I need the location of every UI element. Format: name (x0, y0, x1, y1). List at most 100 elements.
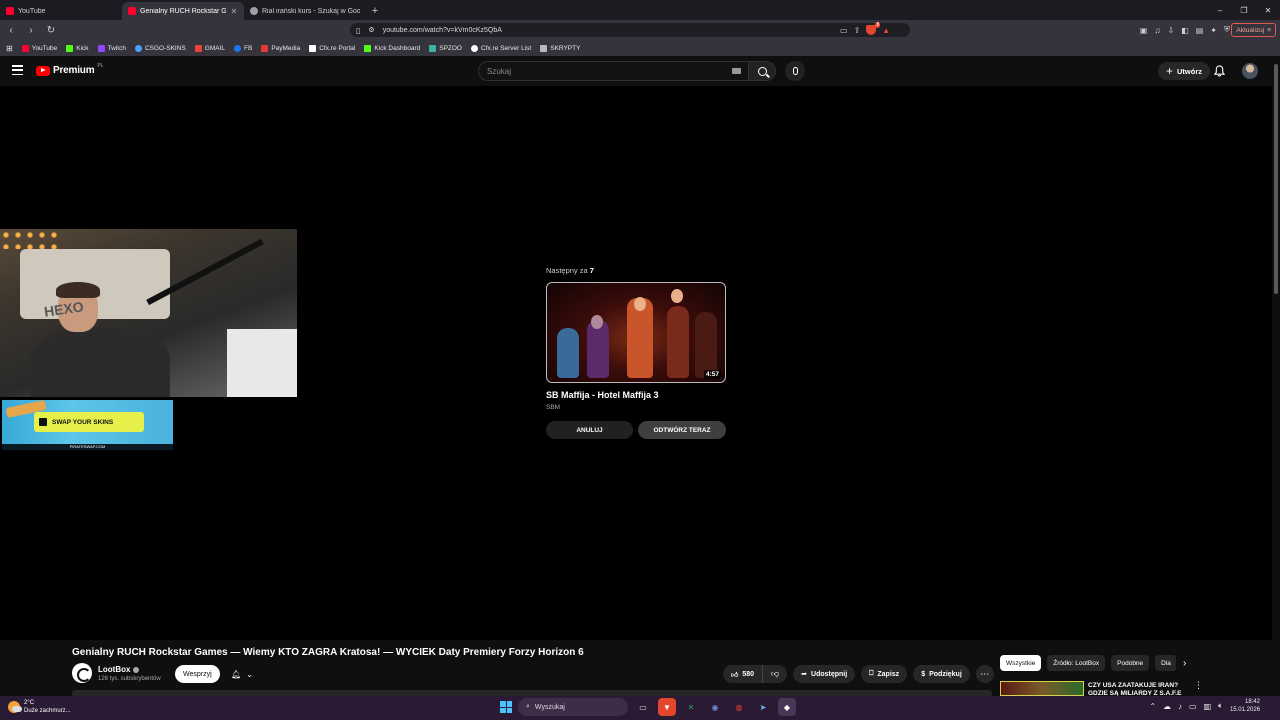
chip-from-channel[interactable]: Źródło: LootBox (1047, 655, 1106, 671)
bookmark-kick-dashboard[interactable]: Kick Dashboard (364, 44, 420, 52)
obs-icon[interactable]: ◆ (778, 698, 796, 716)
reload-icon[interactable]: ↻ (44, 23, 58, 37)
cancel-autoplay-button[interactable]: ANULUJ (546, 421, 633, 439)
brave-browser-icon[interactable]: ▼ (658, 698, 676, 716)
page-scrollbar[interactable] (1272, 56, 1280, 696)
extension-icon[interactable]: ▣ (1140, 26, 1148, 35)
rewards-icon[interactable]: ▲ (882, 26, 890, 35)
up-next-thumbnail[interactable]: 4:57 (546, 282, 726, 383)
search-input[interactable]: Szukaj (478, 61, 750, 81)
bookmark-gmail[interactable]: GMAIL (194, 44, 225, 52)
search-button[interactable] (748, 61, 776, 81)
brave-shield-icon[interactable]: 8 (866, 22, 881, 35)
channel-avatar[interactable] (72, 663, 92, 683)
discord-icon[interactable]: ◉ (706, 698, 724, 716)
url-field[interactable]: ▯ ⚙ youtube.com/watch?v=kVm0cKz5QbA (350, 23, 910, 37)
sidebar-icon[interactable]: ◧ (1181, 26, 1189, 35)
keyboard-icon[interactable] (732, 68, 741, 74)
task-view-icon[interactable]: ▭ (634, 698, 652, 716)
clock[interactable]: 18:42 15.01.2026 (1230, 698, 1260, 714)
youtube-icon (21, 44, 29, 52)
chip-for-you[interactable]: Dla (1155, 655, 1176, 671)
like-button[interactable]: 👍︎ 580 (723, 665, 764, 683)
restore-icon[interactable]: ❐ (1232, 0, 1256, 20)
chip-all[interactable]: Wszystkie (1000, 655, 1042, 671)
vpn-icon[interactable]: ⛨ (1224, 25, 1230, 35)
close-tab-icon[interactable]: ✕ (230, 7, 238, 16)
more-actions-icon[interactable]: ⋯ (975, 665, 994, 683)
network-icon[interactable]: ▥ (1204, 702, 1212, 711)
excel-icon[interactable]: ✕ (682, 698, 700, 716)
weather-widget[interactable]: 2°C Duże zachmurz... (8, 699, 71, 715)
cast-icon[interactable]: ▭ (840, 26, 848, 35)
apps-grid-icon[interactable]: ⊞ (6, 44, 13, 53)
create-button[interactable]: + Utwórz (1158, 62, 1211, 80)
bookmark-skrypty[interactable]: SKRYPTY (540, 44, 580, 52)
join-button[interactable]: Wesprzyj (175, 665, 220, 683)
chrome-icon[interactable]: ◍ (730, 698, 748, 716)
dislike-button[interactable]: 👎︎ (763, 665, 787, 683)
bookmark-spzoo[interactable]: SPZOO (429, 44, 462, 52)
share-button[interactable]: ➦ Udostępnij (793, 665, 856, 683)
menu-icon[interactable] (12, 65, 23, 75)
video-actions: 👍︎ 580 👎︎ ➦ Udostępnij ⎕ Zapisz $ Podzię… (723, 665, 994, 683)
video-player[interactable]: HEXO SWAP YOUR SKINS PIRATESWAP.COM Nast… (0, 86, 1272, 640)
windows-start-icon[interactable] (500, 701, 512, 713)
chevron-right-icon[interactable]: › (1183, 658, 1186, 669)
taskbar-search[interactable]: ⌕ Wyszukaj (518, 698, 628, 716)
steam-icon[interactable]: ➤ (754, 698, 772, 716)
site-info-icon[interactable]: ⚙ (368, 26, 374, 34)
back-icon[interactable]: ‹ (4, 23, 18, 37)
subscription-bell-button[interactable]: 🔔︎ ⌄ (224, 665, 260, 683)
downloads-icon[interactable]: ⇩ (1167, 26, 1174, 35)
recommended-video-thumbnail[interactable] (1000, 681, 1084, 696)
tab-title: Genialny RUCH Rockstar Games (140, 7, 226, 15)
new-tab-button[interactable]: + (366, 2, 384, 20)
voice-search-button[interactable] (785, 61, 805, 81)
microphone-icon[interactable]: ♪ (1178, 702, 1182, 711)
bookmark-fb[interactable]: FB (234, 44, 252, 52)
youtube-premium-logo[interactable]: Premium PL (36, 63, 104, 76)
bookmark-paymedia[interactable]: PayMedia (261, 44, 300, 52)
bookmark-kick[interactable]: Kick (66, 44, 89, 52)
channel-name[interactable]: LootBox (98, 665, 140, 674)
account-avatar[interactable] (1242, 63, 1258, 79)
thumbs-down-icon: 👎︎ (771, 669, 780, 678)
wallet-icon[interactable]: ▤ (1196, 26, 1204, 35)
tab-video-active[interactable]: Genialny RUCH Rockstar Games ✕ (122, 2, 244, 20)
scrollbar-thumb[interactable] (1274, 64, 1278, 294)
bookmark-csgo-skins[interactable]: CSGO-SKINS (134, 44, 186, 52)
save-button[interactable]: ⎕ Zapisz (861, 665, 908, 683)
bookmark-youtube[interactable]: YouTube (21, 44, 57, 52)
super-thanks-icon: $ (921, 670, 926, 678)
update-button[interactable]: Aktualizuj ≡ (1231, 23, 1276, 37)
close-window-icon[interactable]: ✕ (1256, 0, 1280, 20)
more-vert-icon[interactable]: ⋮ (1194, 680, 1203, 691)
bookmark-cfx-server-list[interactable]: Cfx.re Server List (471, 44, 531, 52)
bookmark-page-icon[interactable]: ▯ (356, 26, 360, 35)
chip-related[interactable]: Podobne (1111, 655, 1150, 671)
up-next-title[interactable]: SB Maffija - Hotel Maffija 3 (546, 390, 728, 400)
chevron-up-icon[interactable]: ⌃ (1149, 702, 1156, 711)
notifications-bell-icon[interactable] (1214, 65, 1225, 77)
bookmark-twitch[interactable]: Twitch (97, 44, 126, 52)
up-next-channel[interactable]: SBM (546, 404, 728, 411)
minimize-icon[interactable]: – (1208, 0, 1232, 20)
tab-youtube[interactable]: YouTube (0, 2, 122, 20)
forward-icon[interactable]: › (24, 23, 38, 37)
taskbar-apps: ⌕ Wyszukaj ▭ ▼ ✕ ◉ ◍ ➤ ◆ (500, 698, 796, 716)
folder-icon (540, 44, 548, 52)
cloud-icon[interactable]: ☁ (1163, 702, 1171, 711)
display-icon[interactable]: ▭ (1189, 702, 1197, 711)
ai-icon[interactable]: ✦ (1210, 26, 1217, 35)
up-next-countdown: Następny za 7 (546, 266, 594, 275)
tab-google-search[interactable]: Rial irański kurs - Szukaj w Google (244, 2, 366, 20)
bookmark-cfx-portal[interactable]: Cfx.re Portal (309, 44, 355, 52)
play-now-button[interactable]: ODTWÓRZ TERAZ (638, 421, 726, 439)
volume-icon[interactable]: 🔈︎ (1218, 701, 1223, 711)
weather-cloudy-icon (8, 701, 22, 713)
share-icon[interactable]: ⇪ (854, 26, 861, 35)
music-icon[interactable]: ♫ (1154, 26, 1160, 35)
webcam-overlay: HEXO (0, 229, 297, 397)
thanks-button[interactable]: $ Podziękuj (913, 665, 970, 683)
